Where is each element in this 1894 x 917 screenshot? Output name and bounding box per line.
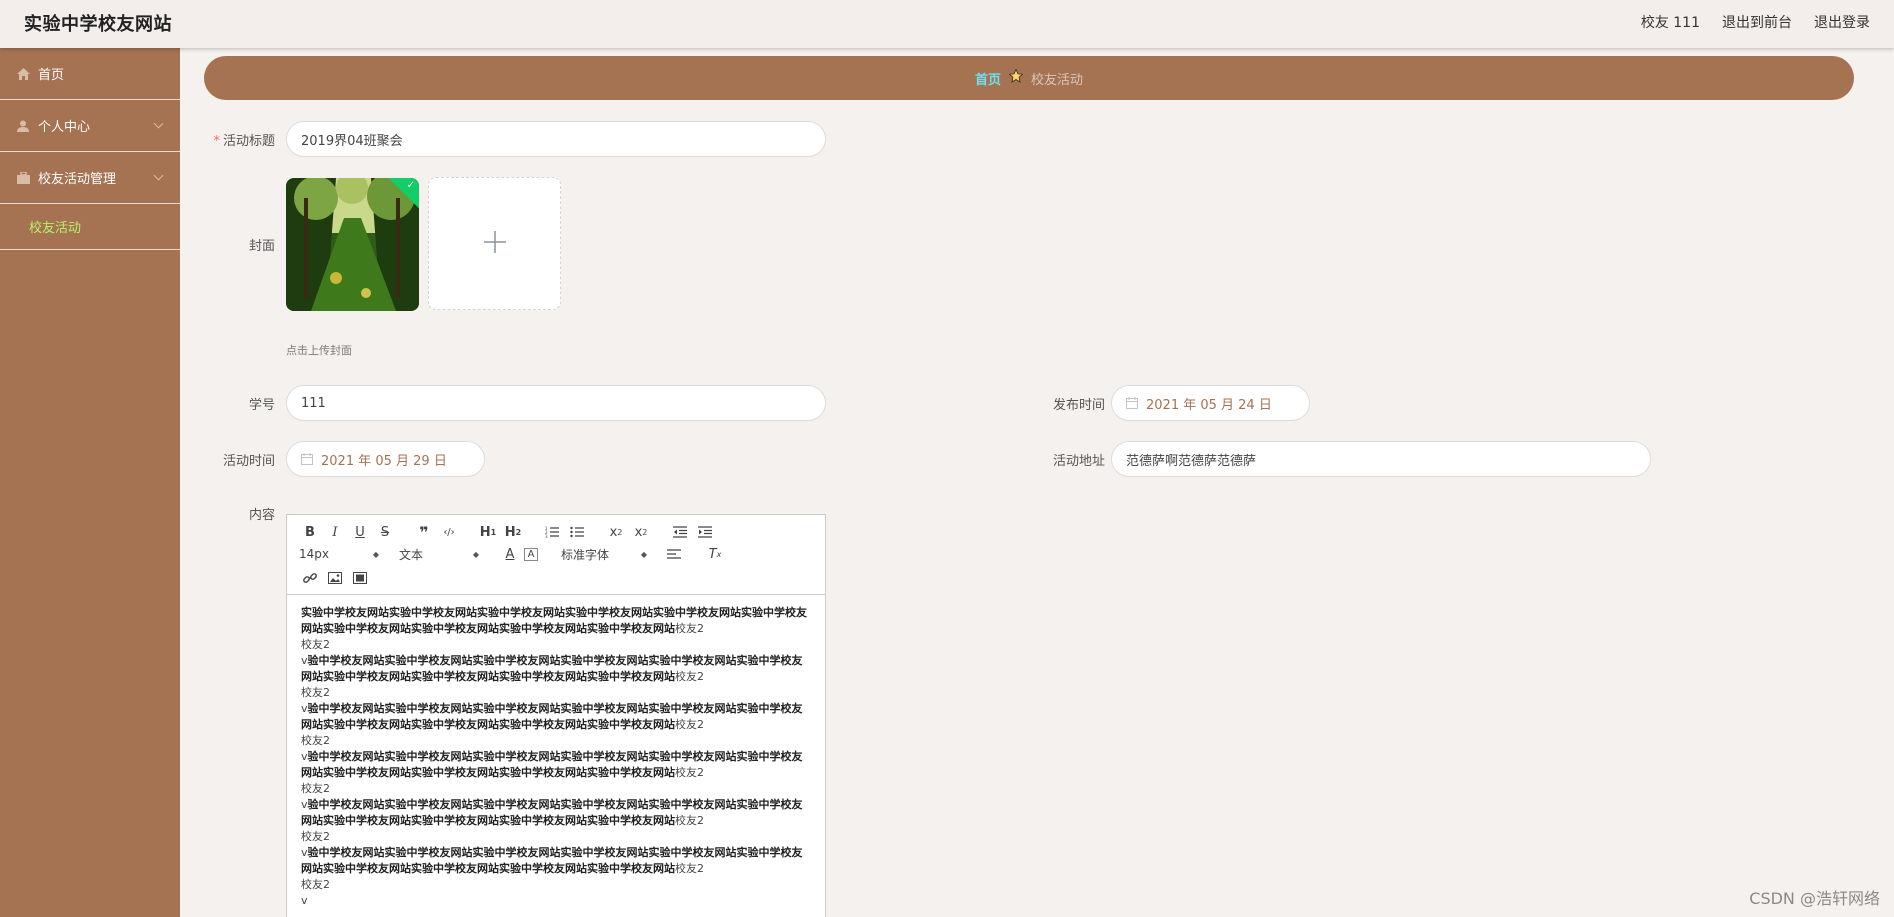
- title-label: * 活动标题: [213, 134, 275, 149]
- sidebar-item-label: 首页: [38, 68, 65, 83]
- publish-time-picker[interactable]: 2021 年 05 月 24 日: [1111, 385, 1310, 421]
- watermark: CSDN @浩轩网络: [1749, 889, 1880, 908]
- calendar-icon: [301, 453, 313, 465]
- star-icon: [1008, 68, 1024, 87]
- content-paragraph: 校友2: [301, 782, 330, 795]
- background-color-icon[interactable]: A: [524, 547, 538, 561]
- underline-button[interactable]: U: [349, 523, 371, 541]
- subscript-button[interactable]: x2: [605, 523, 627, 541]
- sidebar-item-profile[interactable]: 个人中心: [0, 100, 180, 152]
- content-paragraph: 校友2: [301, 830, 330, 843]
- header-actions: 校友 111 退出到前台 退出登录: [1641, 12, 1870, 32]
- top-header: 实验中学校友网站 校友 111 退出到前台 退出登录: [0, 0, 1894, 48]
- exit-to-front-link[interactable]: 退出到前台: [1722, 12, 1792, 32]
- svg-text:3: 3: [545, 534, 548, 538]
- logout-link[interactable]: 退出登录: [1814, 12, 1870, 32]
- current-user: 校友 111: [1640, 15, 1700, 31]
- chevron-down-icon: [153, 170, 164, 181]
- sidebar-item-activity-management[interactable]: 校友活动管理: [0, 152, 180, 204]
- bullet-list-icon[interactable]: [566, 523, 588, 541]
- content-paragraph: v: [301, 894, 308, 907]
- publish-time-label: 发布时间: [1052, 398, 1105, 413]
- student-id-label: 学号: [248, 398, 275, 413]
- sidebar-item-label: 个人中心: [38, 120, 91, 135]
- content-paragraph: v验中学校友网站实验中学校友网站实验中学校友网站实验中学校友网站实验中学校友网站…: [301, 846, 803, 875]
- breadcrumb-current: 校友活动: [1031, 72, 1084, 88]
- address-input[interactable]: 范德萨啊范德萨范德萨: [1111, 441, 1651, 477]
- italic-button[interactable]: I: [324, 523, 346, 541]
- briefcase-icon: [16, 171, 30, 185]
- upload-cover-hint: 点击上传封面: [286, 344, 352, 357]
- content-paragraph: v验中学校友网站实验中学校友网站实验中学校友网站实验中学校友网站实验中学校友网站…: [301, 750, 803, 779]
- editor-toolbar: B I U S ❞ ‹/› H1 H2 123 x2 x2 14px ◆ 文本 …: [287, 515, 825, 595]
- user-icon: [16, 119, 30, 133]
- content-paragraph: 校友2: [301, 638, 330, 651]
- link-icon[interactable]: [299, 569, 321, 587]
- bold-button[interactable]: B: [299, 523, 321, 541]
- sidebar: 首页 个人中心 校友活动管理 校友活动: [0, 48, 180, 917]
- align-icon[interactable]: [663, 545, 685, 563]
- strikethrough-button[interactable]: S: [374, 523, 396, 541]
- editor-content[interactable]: 实验中学校友网站实验中学校友网站实验中学校友网站实验中学校友网站实验中学校友网站…: [287, 595, 825, 917]
- superscript-button[interactable]: x2: [630, 523, 652, 541]
- image-icon[interactable]: [324, 569, 346, 587]
- content-paragraph: v验中学校友网站实验中学校友网站实验中学校友网站实验中学校友网站实验中学校友网站…: [301, 654, 803, 683]
- sidebar-subitem-alumni-activity[interactable]: 校友活动: [0, 204, 180, 250]
- home-icon: [16, 67, 30, 81]
- content-paragraph: 校友2: [301, 878, 330, 891]
- upload-cover-button[interactable]: [428, 177, 561, 310]
- activity-time-label: 活动时间: [222, 454, 275, 469]
- main-content: 首页 校友活动 * 活动标题 2019界04班聚会 封面 ✓ 点击上传封面 学号…: [180, 48, 1894, 917]
- chevron-down-icon: [153, 118, 164, 129]
- cover-image[interactable]: ✓: [286, 178, 419, 311]
- title-input[interactable]: 2019界04班聚会: [286, 121, 826, 157]
- sidebar-item-label: 校友活动管理: [38, 172, 117, 187]
- content-paragraph: 实验中学校友网站实验中学校友网站实验中学校友网站实验中学校友网站实验中学校友网站…: [301, 606, 807, 635]
- calendar-icon: [1126, 397, 1138, 409]
- font-color-icon[interactable]: A: [499, 545, 521, 563]
- header1-button[interactable]: H1: [477, 523, 499, 541]
- font-family-select[interactable]: 标准字体 ◆: [561, 546, 647, 563]
- content-paragraph: 校友2: [301, 734, 330, 747]
- breadcrumb-home-link[interactable]: 首页: [975, 69, 1001, 88]
- check-icon: ✓: [406, 180, 415, 191]
- indent-icon[interactable]: [694, 523, 716, 541]
- sidebar-item-home[interactable]: 首页: [0, 48, 180, 100]
- font-size-select[interactable]: 14px ◆: [299, 547, 379, 561]
- outdent-icon[interactable]: [669, 523, 691, 541]
- ordered-list-icon[interactable]: 123: [541, 523, 563, 541]
- code-block-icon[interactable]: ‹/›: [438, 523, 460, 541]
- rich-text-editor[interactable]: B I U S ❞ ‹/› H1 H2 123 x2 x2 14px ◆ 文本 …: [286, 514, 826, 917]
- breadcrumb: 首页 校友活动: [204, 56, 1854, 100]
- content-paragraph: v验中学校友网站实验中学校友网站实验中学校友网站实验中学校友网站实验中学校友网站…: [301, 702, 803, 731]
- content-paragraph: 校友2: [301, 686, 330, 699]
- content-paragraph: v验中学校友网站实验中学校友网站实验中学校友网站实验中学校友网站实验中学校友网站…: [301, 798, 803, 827]
- address-label: 活动地址: [1052, 454, 1105, 469]
- blockquote-icon[interactable]: ❞: [413, 523, 435, 542]
- header2-button[interactable]: H2: [502, 523, 524, 541]
- student-id-input[interactable]: 111: [286, 385, 826, 421]
- plus-icon: [483, 230, 506, 257]
- clear-format-icon[interactable]: Tx: [704, 545, 726, 563]
- site-title: 实验中学校友网站: [24, 14, 172, 35]
- content-label: 内容: [248, 508, 275, 523]
- cover-label: 封面: [248, 239, 275, 254]
- text-type-select[interactable]: 文本 ◆: [399, 546, 479, 563]
- video-icon[interactable]: [349, 569, 371, 587]
- activity-time-picker[interactable]: 2021 年 05 月 29 日: [286, 441, 485, 477]
